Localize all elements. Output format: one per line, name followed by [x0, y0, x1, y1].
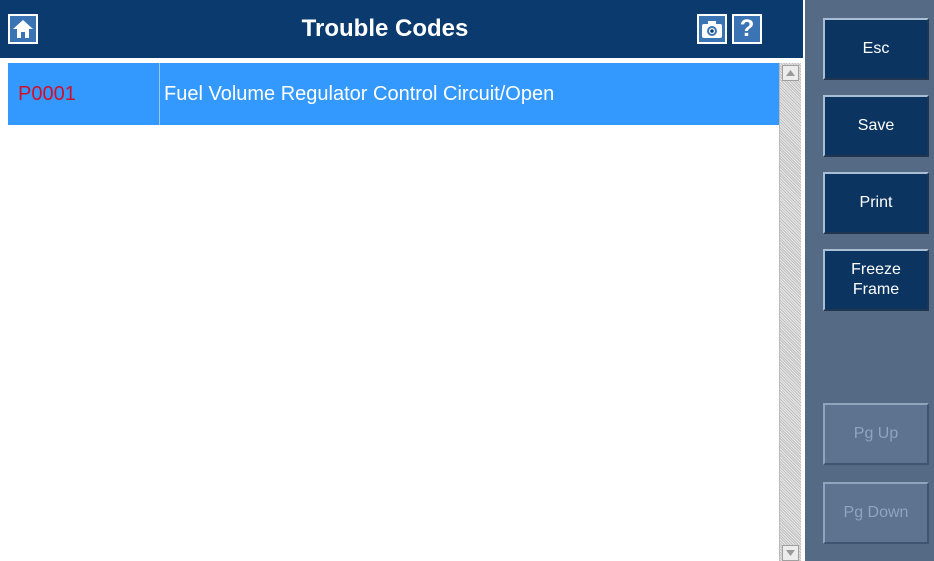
trouble-code-row[interactable]: P0001 Fuel Volume Regulator Control Circ…: [8, 63, 779, 125]
print-button[interactable]: Print: [823, 172, 929, 234]
page-title: Trouble Codes: [301, 15, 469, 42]
page-down-button-label: Pg Down: [843, 504, 909, 521]
page-down-button[interactable]: Pg Down: [823, 482, 929, 544]
page-up-button-label: Pg Up: [853, 425, 899, 442]
scroll-up-button[interactable]: [782, 65, 799, 81]
esc-button-label: Esc: [862, 40, 890, 57]
home-icon: [13, 20, 33, 38]
save-button-label: Save: [857, 117, 895, 134]
trouble-code: P0001: [8, 63, 160, 125]
save-button[interactable]: Save: [823, 95, 929, 157]
screenshot-button[interactable]: [697, 14, 727, 44]
print-button-label: Print: [859, 194, 893, 211]
scroll-down-button[interactable]: [782, 545, 799, 561]
trouble-codes-screen: Trouble Codes ? P0001 Fuel Volume Regula…: [0, 0, 934, 561]
title-bar: Trouble Codes ?: [0, 0, 803, 58]
side-button-panel: Esc Save Print Freeze Frame Pg Up Pg Dow…: [805, 0, 934, 561]
help-button[interactable]: ?: [732, 14, 762, 44]
arrow-up-icon: [786, 70, 795, 76]
home-button[interactable]: [8, 14, 38, 44]
freeze-frame-button-label: Freeze Frame: [851, 261, 901, 298]
trouble-code-description: Fuel Volume Regulator Control Circuit/Op…: [164, 83, 555, 105]
freeze-frame-button[interactable]: Freeze Frame: [823, 249, 929, 311]
esc-button[interactable]: Esc: [823, 18, 929, 80]
camera-icon: [702, 21, 722, 38]
vertical-scrollbar[interactable]: [779, 63, 801, 561]
arrow-down-icon: [786, 550, 795, 556]
trouble-code-list: P0001 Fuel Volume Regulator Control Circ…: [8, 63, 779, 561]
page-up-button[interactable]: Pg Up: [823, 403, 929, 465]
